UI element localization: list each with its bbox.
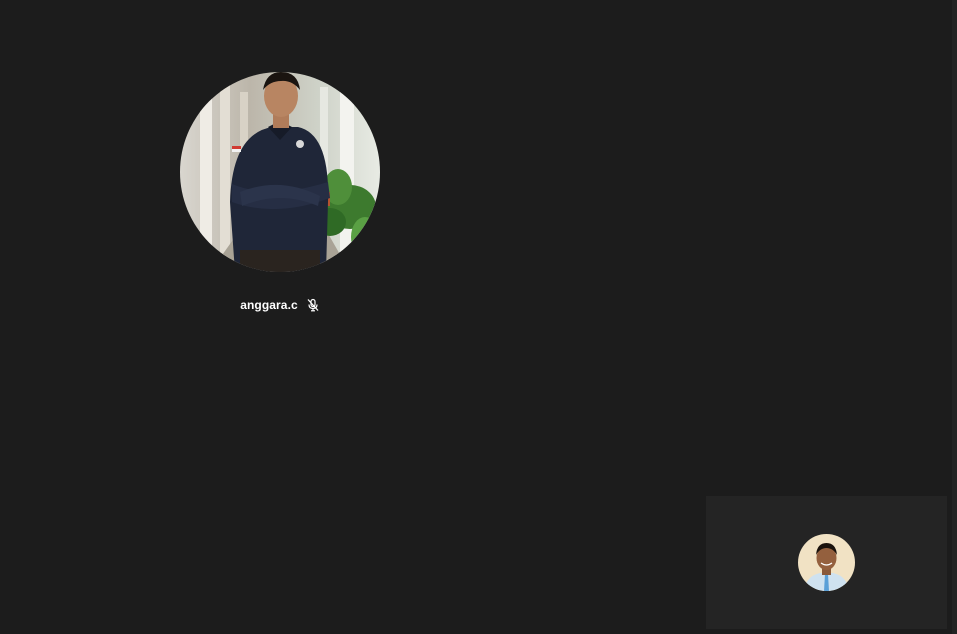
participant-name: anggara.c (240, 298, 298, 312)
self-view-tile[interactable] (706, 496, 947, 629)
self-photo (798, 534, 855, 591)
participant-name-row: anggara.c (180, 298, 380, 312)
self-avatar (798, 534, 855, 591)
window-edge (952, 0, 957, 634)
microphone-muted-icon (306, 298, 320, 312)
call-stage: anggara.c (0, 0, 957, 634)
participant-avatar (180, 72, 380, 272)
participant-photo (180, 72, 380, 272)
participant-tile[interactable]: anggara.c (180, 72, 380, 312)
